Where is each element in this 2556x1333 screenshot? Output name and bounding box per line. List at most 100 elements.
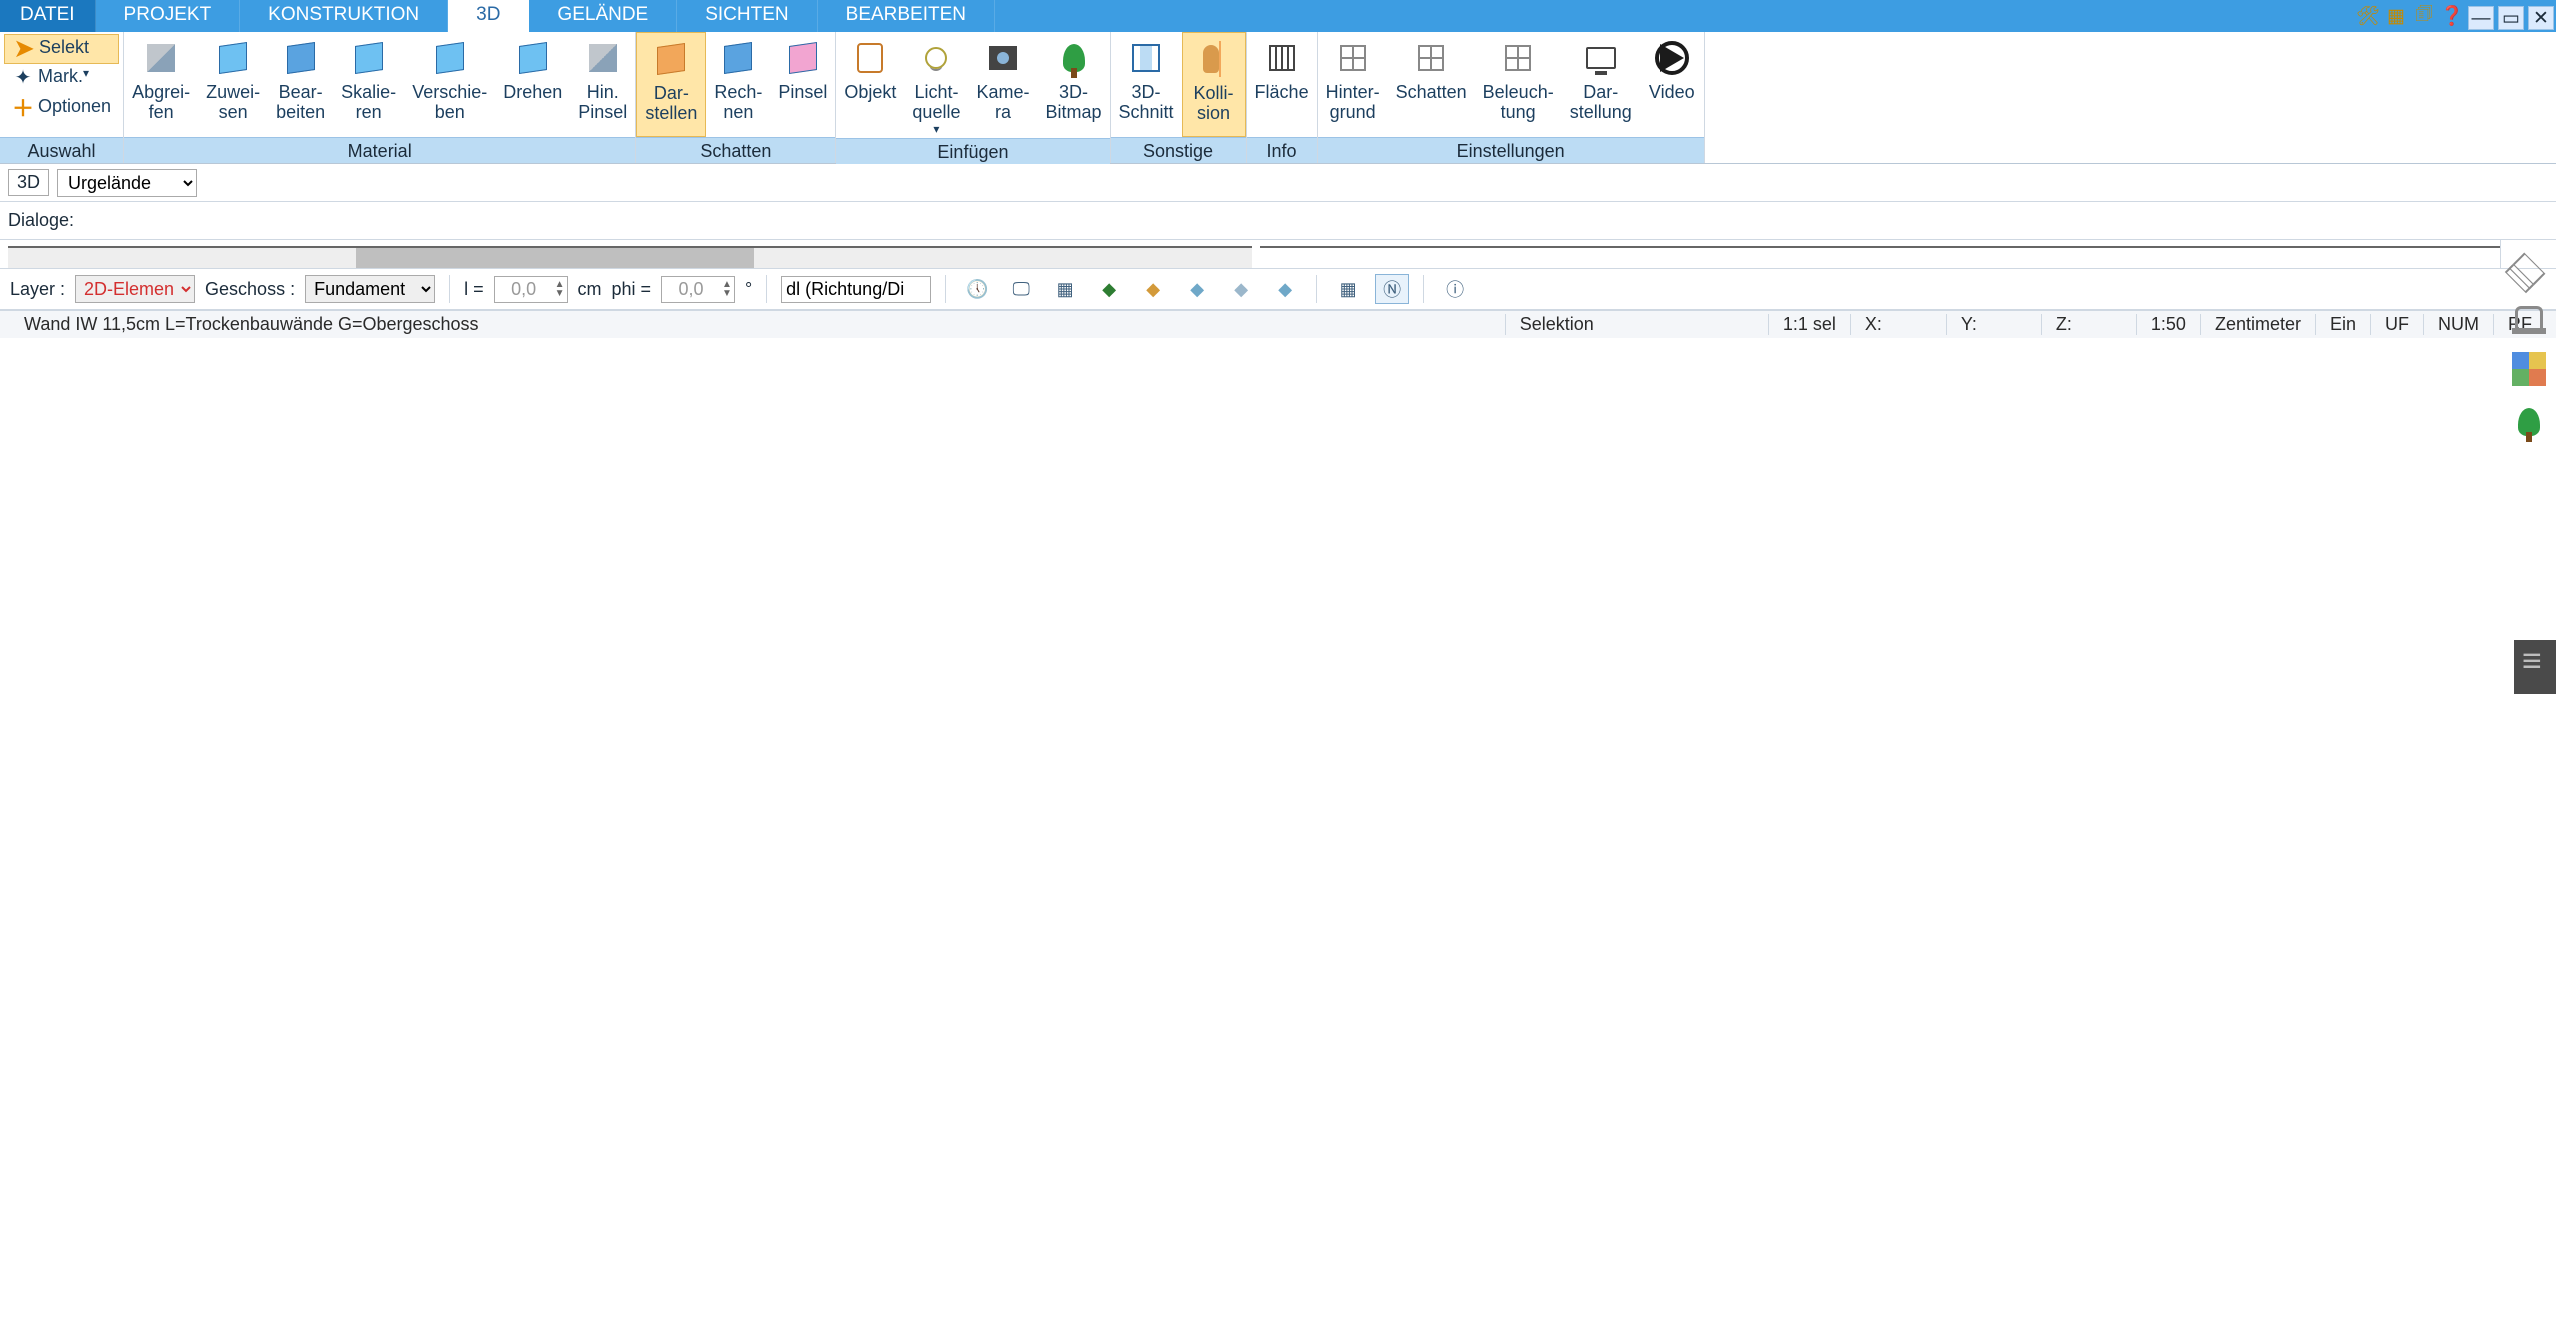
lichtquelle-button[interactable]: Licht- quelle▾ [904, 32, 968, 138]
plants-tool[interactable] [2511, 408, 2547, 436]
optionen-button[interactable]: ＋ Optionen [4, 94, 119, 124]
compute-icon [724, 42, 752, 74]
plus-icon: ＋ [12, 91, 34, 123]
close-button[interactable]: ✕ [2528, 6, 2554, 30]
status-uf: UF [2370, 314, 2423, 335]
menu-konstruktion[interactable]: KONSTRUKTION [240, 0, 448, 32]
shadow-settings-icon [1418, 45, 1444, 71]
beleuchtung-button[interactable]: Beleuch- tung [1475, 32, 1562, 137]
pinsel-button[interactable]: Pinsel [770, 32, 835, 137]
menu-bearbeiten[interactable]: BEARBEITEN [818, 0, 995, 32]
furniture-tool[interactable] [2511, 306, 2547, 330]
video-button[interactable]: Video [1640, 32, 1704, 137]
north-tool[interactable]: Ⓝ [1375, 274, 1409, 304]
phi-input[interactable] [662, 277, 720, 302]
layer-select[interactable]: 2D-Elemen [75, 275, 195, 303]
clock-tool[interactable]: 🕔 [960, 274, 994, 304]
color-tool-1[interactable]: ◆ [1092, 274, 1126, 304]
help-icon[interactable]: ❓ [2438, 4, 2466, 28]
dl-input[interactable] [781, 276, 931, 303]
group-title: Schatten [636, 137, 835, 163]
menu-3d[interactable]: 3D [448, 0, 529, 32]
view-bar: 3D Urgelände [0, 164, 2556, 202]
phi-input-wrap[interactable]: ▲▼ [661, 276, 735, 303]
shadow-brush-icon [789, 42, 817, 74]
assign-icon [219, 42, 247, 74]
ribbon-group-sonstige: 3D- Schnitt Kolli- sion Sonstige [1111, 32, 1247, 163]
menu-sichten[interactable]: SICHTEN [677, 0, 817, 32]
maximize-button[interactable]: ▭ [2498, 6, 2524, 30]
objekt-button[interactable]: Objekt [836, 32, 904, 138]
hintergrund-button[interactable]: Hinter- grund [1318, 32, 1388, 137]
person-icon [1203, 45, 1219, 73]
floorplan-hscroll[interactable] [8, 248, 1252, 268]
bearbeiten-button[interactable]: Bear- beiten [268, 32, 333, 137]
multi-tool[interactable]: ▦ [1048, 274, 1082, 304]
schatten-einst-button[interactable]: Schatten [1388, 32, 1475, 137]
phi-unit: ° [745, 279, 752, 300]
clipboard-icon[interactable]: 🗊 [2410, 0, 2438, 32]
selekt-button[interactable]: ➤ Selekt [4, 34, 119, 64]
palette-handle[interactable] [2514, 640, 2556, 694]
layers-tool[interactable] [2511, 254, 2547, 284]
object-icon [857, 43, 883, 73]
menu-file[interactable]: DATEI [0, 0, 96, 32]
lighting-icon [1505, 45, 1531, 71]
color-tool-2[interactable]: ◆ [1136, 274, 1170, 304]
darstellung-button[interactable]: Dar- stellung [1562, 32, 1640, 137]
minimize-button[interactable]: — [2468, 6, 2494, 30]
zuweisen-button[interactable]: Zuwei- sen [198, 32, 268, 137]
kollision-button[interactable]: Kolli- sion [1182, 32, 1246, 137]
3d-schnitt-button[interactable]: 3D- Schnitt [1111, 32, 1182, 137]
tree-icon [1063, 44, 1085, 72]
hinpinsel-button[interactable]: Hin. Pinsel [570, 32, 635, 137]
flaeche-button[interactable]: Fläche [1247, 32, 1317, 137]
play-icon [1655, 41, 1689, 75]
color-tool-5[interactable]: ◆ [1268, 274, 1302, 304]
status-unit: Zentimeter [2200, 314, 2315, 335]
menu-gelaende[interactable]: GELÄNDE [529, 0, 677, 32]
mark-button[interactable]: ✦ Mark.▾ [4, 64, 119, 94]
info-tool[interactable]: ⓘ [1438, 274, 1472, 304]
abgreifen-button[interactable]: Abgrei- fen [124, 32, 198, 137]
move-icon [436, 42, 464, 74]
status-num: NUM [2423, 314, 2493, 335]
view-mode[interactable]: 3D [8, 169, 49, 196]
drehen-button[interactable]: Drehen [495, 32, 570, 137]
background-icon [1340, 45, 1366, 71]
status-x: X: [1850, 314, 1896, 335]
color-tool-3[interactable]: ◆ [1180, 274, 1214, 304]
ribbon-group-schatten: Dar- stellen Rech- nen Pinsel Schatten [636, 32, 836, 163]
rechnen-button[interactable]: Rech- nen [706, 32, 770, 137]
menu-projekt[interactable]: PROJEKT [96, 0, 241, 32]
tools-icon[interactable]: 🛠 [2354, 4, 2382, 28]
3d-bitmap-button[interactable]: 3D- Bitmap [1037, 32, 1109, 138]
mark-icon: ✦ [15, 65, 32, 90]
l-input[interactable] [495, 277, 553, 302]
dialoge-bar: Dialoge: [0, 202, 2556, 240]
status-sel: 1:1 sel [1768, 314, 1850, 335]
dialoge-label: Dialoge: [8, 210, 74, 231]
box-icon[interactable]: ▦ [2382, 5, 2410, 28]
geschoss-select[interactable]: Fundament [305, 275, 435, 303]
3d-view-pane[interactable] [1260, 246, 2548, 248]
tree-palette-icon [2518, 408, 2540, 436]
l-input-wrap[interactable]: ▲▼ [494, 276, 568, 303]
l-label: l = [464, 279, 484, 300]
darstellen-button[interactable]: Dar- stellen [636, 32, 706, 137]
color-tool-4[interactable]: ◆ [1224, 274, 1258, 304]
verschieben-button[interactable]: Verschie- ben [404, 32, 495, 137]
terrain-select[interactable]: Urgelände [57, 169, 197, 197]
edit-icon [287, 42, 315, 74]
grid-tool[interactable]: ▦ [1331, 274, 1365, 304]
camera-icon [989, 46, 1017, 70]
kamera-button[interactable]: Kame- ra [968, 32, 1037, 138]
area-icon [1269, 45, 1295, 71]
materials-tool[interactable] [2511, 352, 2547, 386]
screen-tool[interactable]: 🖵 [1004, 274, 1038, 304]
bottom-toolbar: Layer : 2D-Elemen Geschoss : Fundament l… [0, 268, 2556, 310]
3d-model[interactable] [1282, 246, 2548, 248]
status-y: Y: [1946, 314, 1991, 335]
skalieren-button[interactable]: Skalie- ren [333, 32, 404, 137]
brush-icon [589, 44, 617, 72]
